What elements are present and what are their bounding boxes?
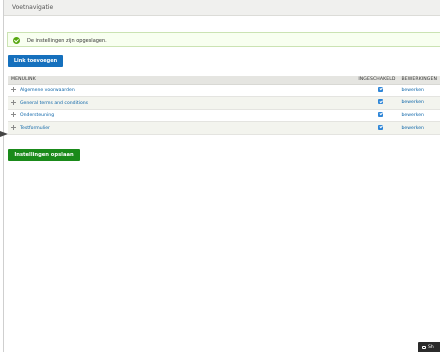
save-settings-button[interactable]: Instellingen opslaan <box>8 149 80 161</box>
table-row: Testformulier bewerken <box>8 121 440 135</box>
chat-label: Sh <box>428 344 434 350</box>
enabled-checkbox[interactable] <box>378 99 384 105</box>
menu-link[interactable]: General terms and conditions <box>20 101 88 106</box>
edit-link[interactable]: bewerken <box>402 100 424 105</box>
table-row: General terms and conditions bewerken <box>8 96 440 110</box>
chat-button[interactable]: Sh <box>418 342 440 352</box>
mouse-pointer-icon <box>0 131 8 137</box>
status-text: De instellingen zijn opgeslagen. <box>27 37 107 44</box>
edit-link[interactable]: bewerken <box>402 126 424 131</box>
drag-handle-icon[interactable] <box>11 87 16 93</box>
menulink-cell: Algemene voorwaarden <box>8 84 356 98</box>
operations-cell: bewerken <box>398 109 440 123</box>
column-header-operations: BEWERKINGEN <box>398 76 440 85</box>
page-header: Voetnavigatie <box>4 0 440 16</box>
operations-cell: bewerken <box>398 96 440 110</box>
edit-link[interactable]: bewerken <box>402 88 424 93</box>
check-circle-icon <box>13 36 20 44</box>
page-title: Voetnavigatie <box>12 4 54 11</box>
drag-handle-icon[interactable] <box>11 112 16 118</box>
enabled-cell <box>355 96 399 110</box>
table-row: Algemene voorwaarden bewerken <box>8 84 440 98</box>
enabled-checkbox[interactable] <box>378 86 384 92</box>
menu-link[interactable]: Ondersteuning <box>20 113 54 118</box>
drag-handle-icon[interactable] <box>11 99 16 105</box>
enabled-cell <box>355 121 399 135</box>
status-message: De instellingen zijn opgeslagen. <box>7 32 440 47</box>
add-link-button[interactable]: Link toevoegen <box>8 55 63 67</box>
enabled-cell <box>355 109 399 123</box>
enabled-checkbox[interactable] <box>378 111 384 117</box>
table-header-row: MENULINK INGESCHAKELD BEWERKINGEN <box>8 76 440 85</box>
table-row: Ondersteuning bewerken <box>8 109 440 123</box>
enabled-cell <box>355 84 399 98</box>
edit-link[interactable]: bewerken <box>402 113 424 118</box>
operations-cell: bewerken <box>398 84 440 98</box>
operations-cell: bewerken <box>398 121 440 135</box>
chat-bubble-icon <box>422 345 426 349</box>
left-border <box>3 0 4 352</box>
menulink-cell: Testformulier <box>8 121 356 135</box>
menu-link[interactable]: Testformulier <box>20 126 50 131</box>
menu-links-table: MENULINK INGESCHAKELD BEWERKINGEN Algeme… <box>8 76 440 135</box>
menulink-cell: General terms and conditions <box>8 96 356 110</box>
menu-link[interactable]: Algemene voorwaarden <box>20 88 75 93</box>
column-header-menulink[interactable]: MENULINK <box>8 76 356 85</box>
drag-handle-icon[interactable] <box>11 125 16 131</box>
enabled-checkbox[interactable] <box>378 124 384 130</box>
menulink-cell: Ondersteuning <box>8 109 356 123</box>
column-header-enabled[interactable]: INGESCHAKELD <box>355 76 399 85</box>
